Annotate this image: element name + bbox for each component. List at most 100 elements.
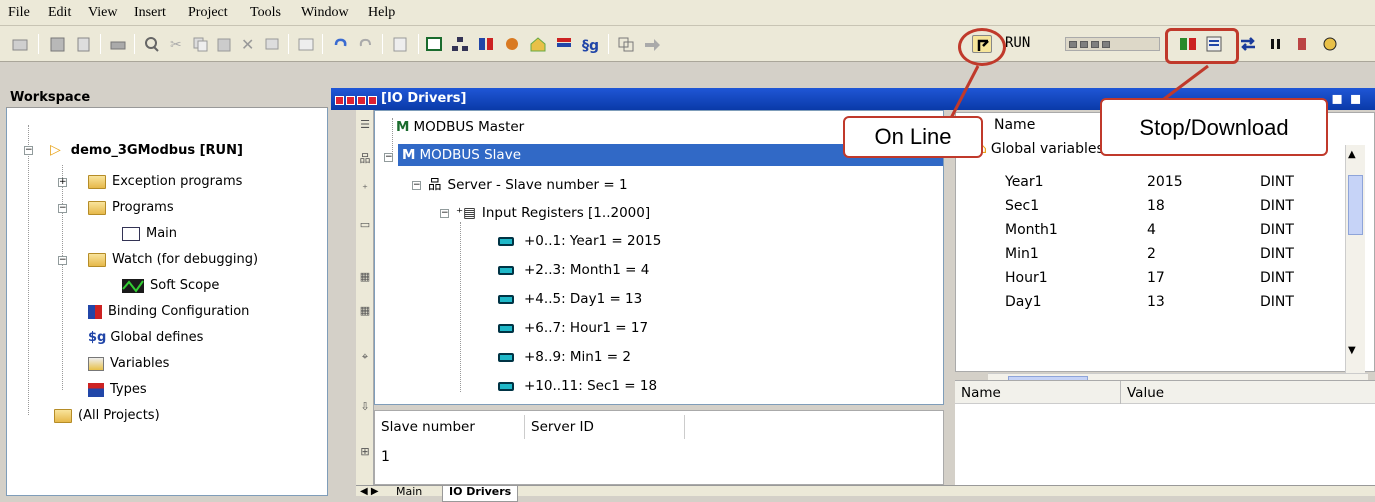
- callout-online: On Line: [843, 116, 983, 158]
- edit-icon[interactable]: ▭: [358, 218, 372, 232]
- modules-icon[interactable]: [502, 35, 522, 53]
- tree-item-exception-programs[interactable]: Exception programs: [88, 172, 242, 192]
- var-row[interactable]: Day1 13 DINT: [955, 290, 1345, 314]
- var-row[interactable]: Month1 4 DINT: [955, 218, 1345, 242]
- tree-item-global-defines[interactable]: $g Global defines: [88, 328, 203, 348]
- var-row[interactable]: Min1 2 DINT: [955, 242, 1345, 266]
- delete-icon[interactable]: ✕: [238, 35, 258, 53]
- save-icon[interactable]: [48, 35, 68, 53]
- grid-cell-slave-number[interactable]: 1: [381, 449, 390, 465]
- watch-header-value[interactable]: Value: [1127, 385, 1164, 401]
- program-icon: [122, 226, 140, 241]
- io-window-title: [IO Drivers]: [381, 91, 467, 106]
- tree-input-registers[interactable]: ⁺▤ Input Registers [1..2000]: [456, 202, 650, 224]
- tree-item-programs[interactable]: Programs: [88, 198, 174, 218]
- cut-icon[interactable]: ✂: [166, 35, 186, 53]
- network-icon: 品: [428, 177, 442, 193]
- find-icon[interactable]: [142, 35, 162, 53]
- var-group-global[interactable]: ⌂Global variables: [978, 141, 1104, 157]
- tree-entry[interactable]: +0..1: Year1 = 2015: [498, 230, 661, 252]
- tab-io-drivers[interactable]: IO Drivers: [442, 486, 519, 502]
- tree-item-binding[interactable]: Binding Configuration: [88, 302, 249, 322]
- register-icon: ⁺▤: [456, 205, 476, 221]
- binding-icon: [88, 304, 102, 319]
- global-defines-icon: $g: [88, 330, 107, 345]
- tree-item-watch[interactable]: Watch (for debugging): [88, 250, 258, 270]
- var-row[interactable]: Sec1 18 DINT: [955, 194, 1345, 218]
- tree-modbus-master[interactable]: M MODBUS Master: [396, 116, 524, 138]
- grid-header-server-id[interactable]: Server ID: [525, 415, 685, 439]
- svg-text:✂: ✂: [170, 37, 182, 53]
- tree-entry[interactable]: +4..5: Day1 = 13: [498, 288, 642, 310]
- folder-icon: [88, 174, 106, 189]
- redo-icon[interactable]: [356, 35, 376, 53]
- tree-entry[interactable]: +8..9: Min1 = 2: [498, 346, 631, 368]
- var-row[interactable]: Hour1 17 DINT: [955, 266, 1345, 290]
- io-icon[interactable]: [424, 35, 444, 53]
- menu-tools[interactable]: Tools: [250, 5, 281, 21]
- grid-header-slave-number[interactable]: Slave number: [375, 415, 525, 439]
- binding-icon[interactable]: [476, 35, 496, 53]
- simulate-icon[interactable]: [642, 35, 662, 53]
- move-icon[interactable]: ▦: [358, 304, 372, 318]
- folder-icon: [88, 200, 106, 215]
- menu-help[interactable]: Help: [368, 5, 395, 21]
- insert-icon[interactable]: ⁺: [358, 182, 372, 196]
- menu-insert[interactable]: Insert: [134, 5, 166, 21]
- tree-project[interactable]: ▷ demo_3GModbus [RUN]: [50, 140, 243, 160]
- variables-icon[interactable]: [528, 35, 548, 53]
- undo-icon[interactable]: [330, 35, 350, 53]
- open-icon[interactable]: [10, 35, 30, 53]
- down-icon[interactable]: ⇩: [358, 400, 372, 414]
- io-side-toolbar: ☰ 品 ⁺ ▭ ▦ ▦ ⌖ ⇩ ⊞: [356, 110, 374, 485]
- tree-server[interactable]: 品 Server - Slave number = 1: [428, 174, 628, 196]
- variables-icon: [88, 356, 104, 371]
- network-icon[interactable]: 品: [358, 150, 372, 165]
- menu-bar: File Edit View Insert Project Tools Wind…: [0, 0, 1375, 26]
- project-label: demo_3GModbus [RUN]: [70, 143, 243, 158]
- run-status-label: RUN: [1005, 35, 1031, 51]
- expand-icon[interactable]: ☰: [358, 118, 372, 132]
- menu-project[interactable]: Project: [188, 5, 228, 21]
- swap-icon[interactable]: [1238, 35, 1258, 53]
- network-icon[interactable]: [450, 35, 470, 53]
- menu-view[interactable]: View: [88, 5, 117, 21]
- paste-icon[interactable]: [214, 35, 234, 53]
- window-icon[interactable]: [296, 35, 316, 53]
- menu-edit[interactable]: Edit: [48, 5, 71, 21]
- menu-window[interactable]: Window: [301, 5, 349, 21]
- tab-main[interactable]: Main: [390, 486, 428, 502]
- tree-entry[interactable]: +6..7: Hour1 = 17: [498, 317, 648, 339]
- tree-item-all-projects[interactable]: (All Projects): [54, 406, 160, 426]
- tree-item-types[interactable]: Types: [88, 380, 147, 400]
- register-icon: [498, 236, 514, 246]
- watch-header-name[interactable]: Name: [961, 385, 1001, 401]
- debug-icon[interactable]: [1320, 35, 1340, 53]
- var-row[interactable]: Year1 2015 DINT: [955, 170, 1345, 194]
- register-icon: [498, 294, 514, 304]
- copy-icon[interactable]: [190, 35, 210, 53]
- modbus-icon: M: [396, 119, 410, 135]
- tab-scroll-icon[interactable]: ◀ ▶: [360, 486, 379, 497]
- edit-icon[interactable]: [74, 35, 94, 53]
- move-icon[interactable]: ▦: [358, 270, 372, 284]
- register-icon: [498, 352, 514, 362]
- pause-icon[interactable]: [1266, 35, 1286, 53]
- tree-item-soft-scope[interactable]: Soft Scope: [122, 276, 219, 296]
- calc-icon[interactable]: [390, 35, 410, 53]
- variables-vscrollbar[interactable]: ▲ ▼: [1345, 145, 1365, 375]
- tree-entry[interactable]: +10..11: Sec1 = 18: [498, 375, 657, 397]
- properties-icon[interactable]: [262, 35, 282, 53]
- add-icon[interactable]: ⊞: [358, 445, 372, 459]
- step-icon[interactable]: [1292, 35, 1312, 53]
- tree-item-main[interactable]: Main: [122, 224, 177, 244]
- layout-icon[interactable]: [616, 35, 636, 53]
- types-icon[interactable]: [554, 35, 574, 53]
- menu-file[interactable]: File: [8, 5, 30, 21]
- watch-header: Name Value: [955, 380, 1375, 405]
- global-defines-icon[interactable]: §g: [580, 35, 600, 53]
- tree-entry[interactable]: +2..3: Month1 = 4: [498, 259, 649, 281]
- print-icon[interactable]: [108, 35, 128, 53]
- tree-item-variables[interactable]: Variables: [88, 354, 169, 374]
- split-icon[interactable]: ⌖: [358, 350, 372, 364]
